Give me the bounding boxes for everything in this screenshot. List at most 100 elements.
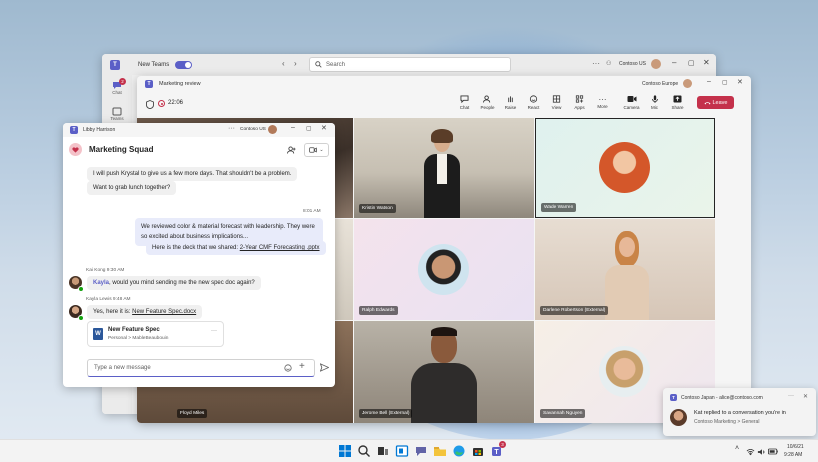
kayla-message-prefix: Yes, here it is: [93,309,131,315]
task-view-icon[interactable] [376,444,390,458]
file-card[interactable]: W New Feature Spec Personal > MableBeaub… [87,321,224,347]
spec-file-link[interactable]: New Feature Spec.docx [132,309,196,315]
teams-logo-icon: T [670,394,677,401]
presence-available-icon [78,315,84,321]
toolbar-people-label: People [480,105,495,110]
share-icon [673,95,682,103]
kai-message-text: , would you mind sending me the new spec… [109,280,255,286]
toolbar-apps-button[interactable]: Apps [568,95,591,110]
participant-name-tag: Jerome Bell (External) [359,409,413,418]
presence-available-icon [78,286,84,292]
word-document-icon: W [93,328,103,340]
edge-icon[interactable] [452,444,466,458]
leave-button[interactable]: Leave [697,96,734,109]
meeting-profile-avatar[interactable] [683,79,692,88]
toast-close-icon[interactable]: ✕ [803,393,808,400]
participant-name-tag: Darlene Robertson (External) [540,306,609,315]
send-icon[interactable] [320,363,329,372]
chat-icon [460,95,469,103]
more-options-icon[interactable]: ··· [228,125,235,132]
toolbar-more-button[interactable]: ··· More [591,96,614,110]
teams-taskbar-icon[interactable]: T 3 [490,441,506,458]
participant-video-figure [605,231,649,320]
attach-plus-icon[interactable]: + [299,361,305,372]
maximize-icon[interactable]: ▢ [306,125,312,132]
compose-box[interactable]: Type a new message + [87,359,315,377]
chat-icon[interactable] [414,444,428,458]
rail-teams-label: Teams [110,116,124,121]
wifi-icon[interactable] [746,448,755,456]
toast-sender-avatar [670,409,687,426]
chat-profile-avatar[interactable] [268,125,277,134]
participant-tile-active[interactable]: Wade Warren [535,118,715,218]
participant-video-figure [409,327,479,423]
file-card-more-icon[interactable]: ··· [211,328,217,334]
toolbar-people-button[interactable]: People [476,95,499,110]
close-icon[interactable]: ✕ [321,124,327,132]
search-icon[interactable] [357,444,371,458]
apps-icon [575,95,584,103]
search-placeholder: Search [326,61,346,68]
deck-message-prefix: Here is the deck that we shared: [152,245,239,251]
toolbar-chat-button[interactable]: Chat [453,95,476,110]
maximize-icon[interactable]: ▢ [722,79,728,86]
participant-avatar [599,346,650,397]
meeting-titlebar: T Marketing review Contoso Europe – ▢ ✕ [137,76,751,91]
video-call-button[interactable]: ⌄ [304,143,329,157]
search-box[interactable]: Search [309,57,511,72]
new-teams-toggle[interactable] [175,60,193,69]
toolbar-view-button[interactable]: View [545,95,568,110]
account-switch-icon[interactable]: ⚇ [606,60,611,67]
main-profile-avatar[interactable] [651,59,661,69]
store-icon[interactable] [471,444,485,458]
toolbar-react-button[interactable]: React [522,95,545,110]
toolbar-raise-label: Raise [504,105,517,110]
deck-file-link[interactable]: 2-Year CMF Forecasting .pptx [240,245,320,251]
file-card-name: New Feature Spec [108,327,160,333]
participant-tile[interactable]: Darlene Robertson (External) [535,219,715,320]
toolbar-camera-button[interactable]: Camera [620,95,643,110]
toolbar-share-button[interactable]: Share [666,95,689,110]
close-icon[interactable]: ✕ [737,78,743,86]
taskbar-date[interactable]: 10/6/21 [787,444,804,450]
battery-icon[interactable] [768,448,778,455]
volume-icon[interactable] [757,448,766,456]
rail-chat-label: Chat [112,90,122,95]
notification-toast[interactable]: T Contoso Japan - alice@contoso.com ··· … [663,388,816,436]
show-hidden-icons-chevron[interactable]: ˄ [735,445,739,452]
heart-icon [72,146,79,153]
minimize-icon[interactable]: – [707,78,711,85]
file-explorer-icon[interactable] [433,444,447,458]
more-options-icon[interactable]: ··· [592,59,600,68]
toolbar-raise-button[interactable]: Raise [499,95,522,110]
maximize-icon[interactable]: ▢ [688,59,695,67]
start-windows-icon[interactable] [338,444,352,458]
teams-logo-icon: T [70,126,78,134]
hang-up-icon [703,101,711,104]
toolbar-mic-button[interactable]: Mic [643,95,666,110]
mention-kayla[interactable]: Kayla [93,280,109,286]
back-arrow-icon[interactable]: ‹ [282,59,285,68]
toast-more-icon[interactable]: ··· [788,393,794,399]
meeting-account-label: Contoso Europe [642,81,679,87]
chat-window-user: Libby Harrison [83,127,116,133]
participant-tile[interactable]: Kristin Watson [354,118,534,218]
video-camera-icon [309,147,318,153]
minimize-icon[interactable]: – [672,58,676,67]
taskbar: T 3 ˄ 10/6/21 9:28 AM [0,439,818,462]
teams-icon [112,107,122,116]
widgets-icon[interactable] [395,444,409,458]
rail-item-chat[interactable]: 2 Chat [102,75,132,101]
add-people-icon[interactable] [287,146,296,154]
minimize-icon[interactable]: – [291,124,295,131]
participant-tile[interactable]: Ralph Edwards [354,219,534,320]
close-icon[interactable]: ✕ [703,58,710,67]
forward-arrow-icon[interactable]: › [294,59,297,68]
emoji-icon[interactable] [284,364,292,372]
taskbar-time[interactable]: 9:28 AM [784,452,802,458]
participant-tile[interactable]: Jerome Bell (External) [354,321,534,423]
file-card-path: Personal > MableBeaubouin [108,336,169,341]
toolbar-camera-label: Camera [623,105,640,110]
new-teams-label: New Teams [138,61,170,68]
toolbar-view-label: View [551,105,562,110]
